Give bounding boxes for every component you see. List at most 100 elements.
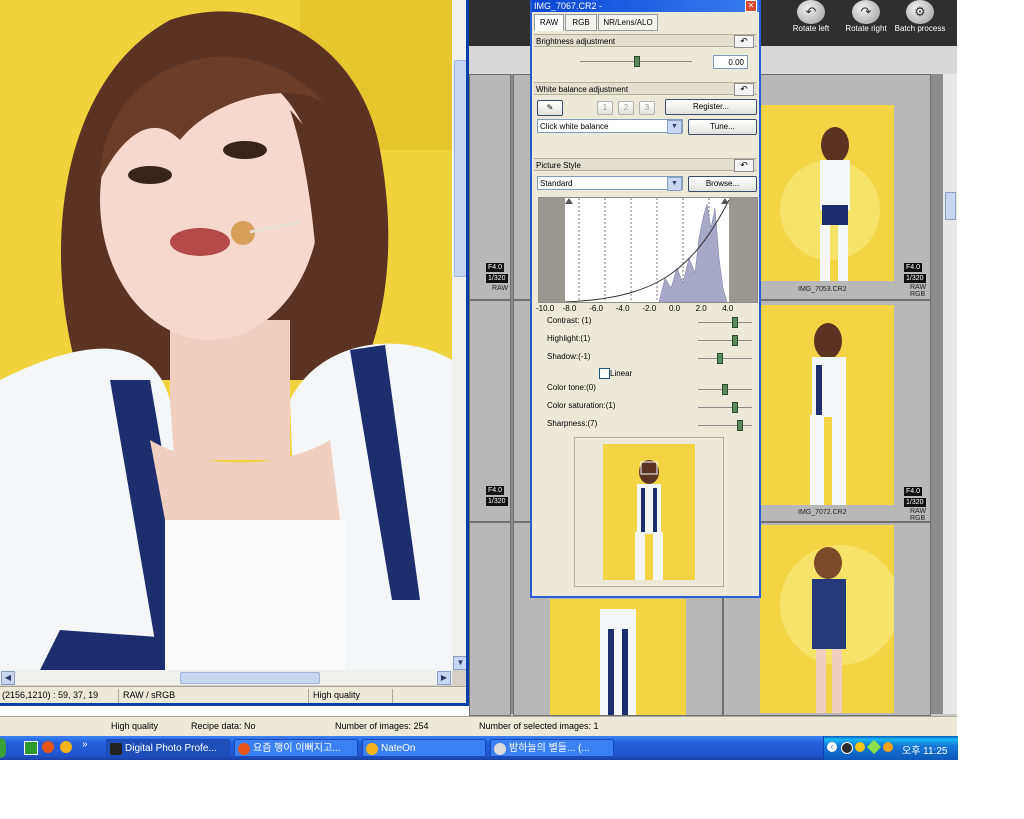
shutter-badge: 1/320 [904, 274, 926, 283]
thumbnail-cell[interactable]: F4.0 1/320 [469, 300, 511, 522]
tray-expand-icon[interactable]: ‹ [827, 742, 837, 752]
chevron-right-icon[interactable]: » [82, 739, 88, 750]
picture-style-slider[interactable] [698, 340, 752, 341]
white-balance-value: Click white balance [540, 122, 609, 131]
raw-label: RAW [492, 285, 509, 292]
rgb-label: RGB [910, 515, 926, 522]
thumbnail-cell[interactable]: F4.0 1/320 RAW [469, 74, 511, 300]
browse-button[interactable]: Browse... [688, 176, 757, 192]
task-player[interactable]: 밤하늘의 별들... (... [490, 739, 614, 757]
tray-icon[interactable] [855, 742, 865, 752]
tune-button[interactable]: Tune... [688, 119, 757, 135]
slider-knob[interactable] [732, 402, 738, 413]
rotate-right-button[interactable]: ↷ Rotate right [839, 0, 893, 46]
slider-label: Sharpness:(7) [547, 419, 598, 428]
picture-style-slider[interactable] [698, 358, 752, 359]
aperture-badge: F4.0 [904, 487, 923, 496]
reset-icon[interactable]: ↶ [734, 35, 754, 48]
preview-window-border-bottom [0, 703, 469, 706]
brightness-value-field[interactable]: 0.00 [713, 55, 748, 69]
rotate-left-button[interactable]: ↶ Rotate left [784, 0, 838, 46]
aperture-badge: F4.0 [486, 263, 505, 272]
slider-knob[interactable] [732, 317, 738, 328]
aperture-badge: F4.0 [486, 486, 505, 495]
quicklaunch-icon[interactable] [42, 741, 54, 753]
batch-process-button[interactable]: ⚙ Batch process [893, 0, 947, 46]
nateon-icon [366, 743, 378, 755]
tab-rgb[interactable]: RGB [565, 14, 597, 31]
wb-preset-3[interactable]: 3 [639, 101, 655, 115]
rgb-label: RGB [910, 291, 926, 298]
tray-icon[interactable] [841, 742, 853, 754]
grid-vertical-scrollbar[interactable] [943, 74, 957, 714]
navigator-thumbnail[interactable] [603, 444, 695, 580]
slider-knob[interactable] [732, 335, 738, 346]
brightness-header-label: Brightness adjustment [536, 37, 616, 46]
brightness-slider-knob[interactable] [634, 56, 640, 67]
histogram-tick-label: 0.0 [669, 304, 681, 313]
thumbnail-image [760, 305, 894, 505]
scroll-right-icon[interactable]: ▶ [437, 671, 451, 685]
picture-style-slider[interactable] [698, 425, 752, 426]
preview-horizontal-scrollbar[interactable]: ◀ ▶ [0, 670, 452, 685]
wb-preset-1[interactable]: 1 [597, 101, 613, 115]
picture-style-slider[interactable] [698, 322, 752, 323]
picture-style-value: Standard [540, 179, 573, 188]
tab-raw[interactable]: RAW [534, 14, 564, 31]
white-balance-select[interactable]: Click white balance ▼ [537, 119, 683, 134]
tray-icon[interactable] [883, 742, 893, 752]
eyedropper-icon[interactable]: ✎ [537, 100, 563, 116]
picture-style-header-label: Picture Style [536, 161, 581, 170]
slider-label: Highlight:(1) [547, 334, 591, 343]
slider-knob[interactable] [737, 420, 743, 431]
raw-label: RAW [910, 284, 927, 291]
preview-hscroll-thumb[interactable] [180, 672, 320, 684]
preview-photo[interactable] [0, 0, 452, 670]
brightness-section-header: Brightness adjustment ↶ [534, 34, 757, 48]
picture-style-slider[interactable] [698, 407, 752, 408]
task-label: Digital Photo Profe... [125, 743, 217, 754]
slider-knob[interactable] [722, 384, 728, 395]
status-image-count: Number of images: 254 [335, 721, 429, 731]
task-label: 요즘 행이 이뻐지고... [253, 743, 341, 754]
shutter-badge: 1/320 [486, 497, 508, 506]
chevron-down-icon[interactable]: ▼ [667, 177, 682, 191]
status-selected-count: Number of selected images: 1 [479, 721, 599, 731]
linear-checkbox[interactable] [599, 368, 610, 379]
register-button[interactable]: Register... [665, 99, 757, 115]
raw-label: RAW [910, 508, 927, 515]
histogram-tick-labels: -10.0 -8.0 -6.0 -4.0 -2.0 0.0 2.0 4.0 [536, 304, 758, 314]
quicklaunch-icon[interactable] [60, 741, 72, 753]
tray-icon[interactable] [866, 739, 882, 755]
linear-label: Linear [610, 369, 633, 378]
tool-palette: IMG_7067.CR2 - ✕ RAW RGB NR/Lens/ALO Bri… [530, 0, 761, 598]
thumbnail-image [550, 599, 686, 715]
batch-process-label: Batch process [894, 24, 946, 33]
slider-knob[interactable] [717, 353, 723, 364]
clock: 오후 11:25 [902, 746, 948, 757]
reset-icon[interactable]: ↶ [734, 83, 754, 96]
quicklaunch-icon[interactable] [24, 741, 38, 755]
pixel-readout: (2156,1210) : 59, 37, 19 [2, 690, 99, 700]
start-button[interactable] [0, 738, 6, 758]
reset-icon[interactable]: ↶ [734, 159, 754, 172]
tone-curve-histogram[interactable] [538, 197, 758, 303]
slider-label: Color saturation:(1) [547, 401, 616, 410]
wb-preset-2[interactable]: 2 [618, 101, 634, 115]
tab-nr-lens-alo[interactable]: NR/Lens/ALO [598, 14, 658, 31]
task-browser[interactable]: 요즘 행이 이뻐지고... [234, 739, 358, 757]
thumbnail-filename: IMG_7053.CR2 [798, 286, 847, 293]
chevron-down-icon[interactable]: ▼ [667, 120, 682, 134]
firefox-icon [238, 743, 250, 755]
scroll-left-icon[interactable]: ◀ [1, 671, 15, 685]
task-nateon[interactable]: NateOn [362, 739, 486, 757]
thumbnail-cell[interactable] [469, 522, 511, 716]
rotate-right-label: Rotate right [845, 24, 887, 33]
picture-style-select[interactable]: Standard ▼ [537, 176, 683, 191]
grid-vscroll-thumb[interactable] [945, 192, 956, 220]
close-icon[interactable]: ✕ [745, 0, 757, 12]
histogram-tick-label: 4.0 [722, 304, 734, 313]
palette-title: IMG_7067.CR2 - [532, 0, 759, 12]
white-balance-section-header: White balance adjustment ↶ [534, 82, 757, 96]
task-dpp[interactable]: Digital Photo Profe... [106, 739, 230, 757]
